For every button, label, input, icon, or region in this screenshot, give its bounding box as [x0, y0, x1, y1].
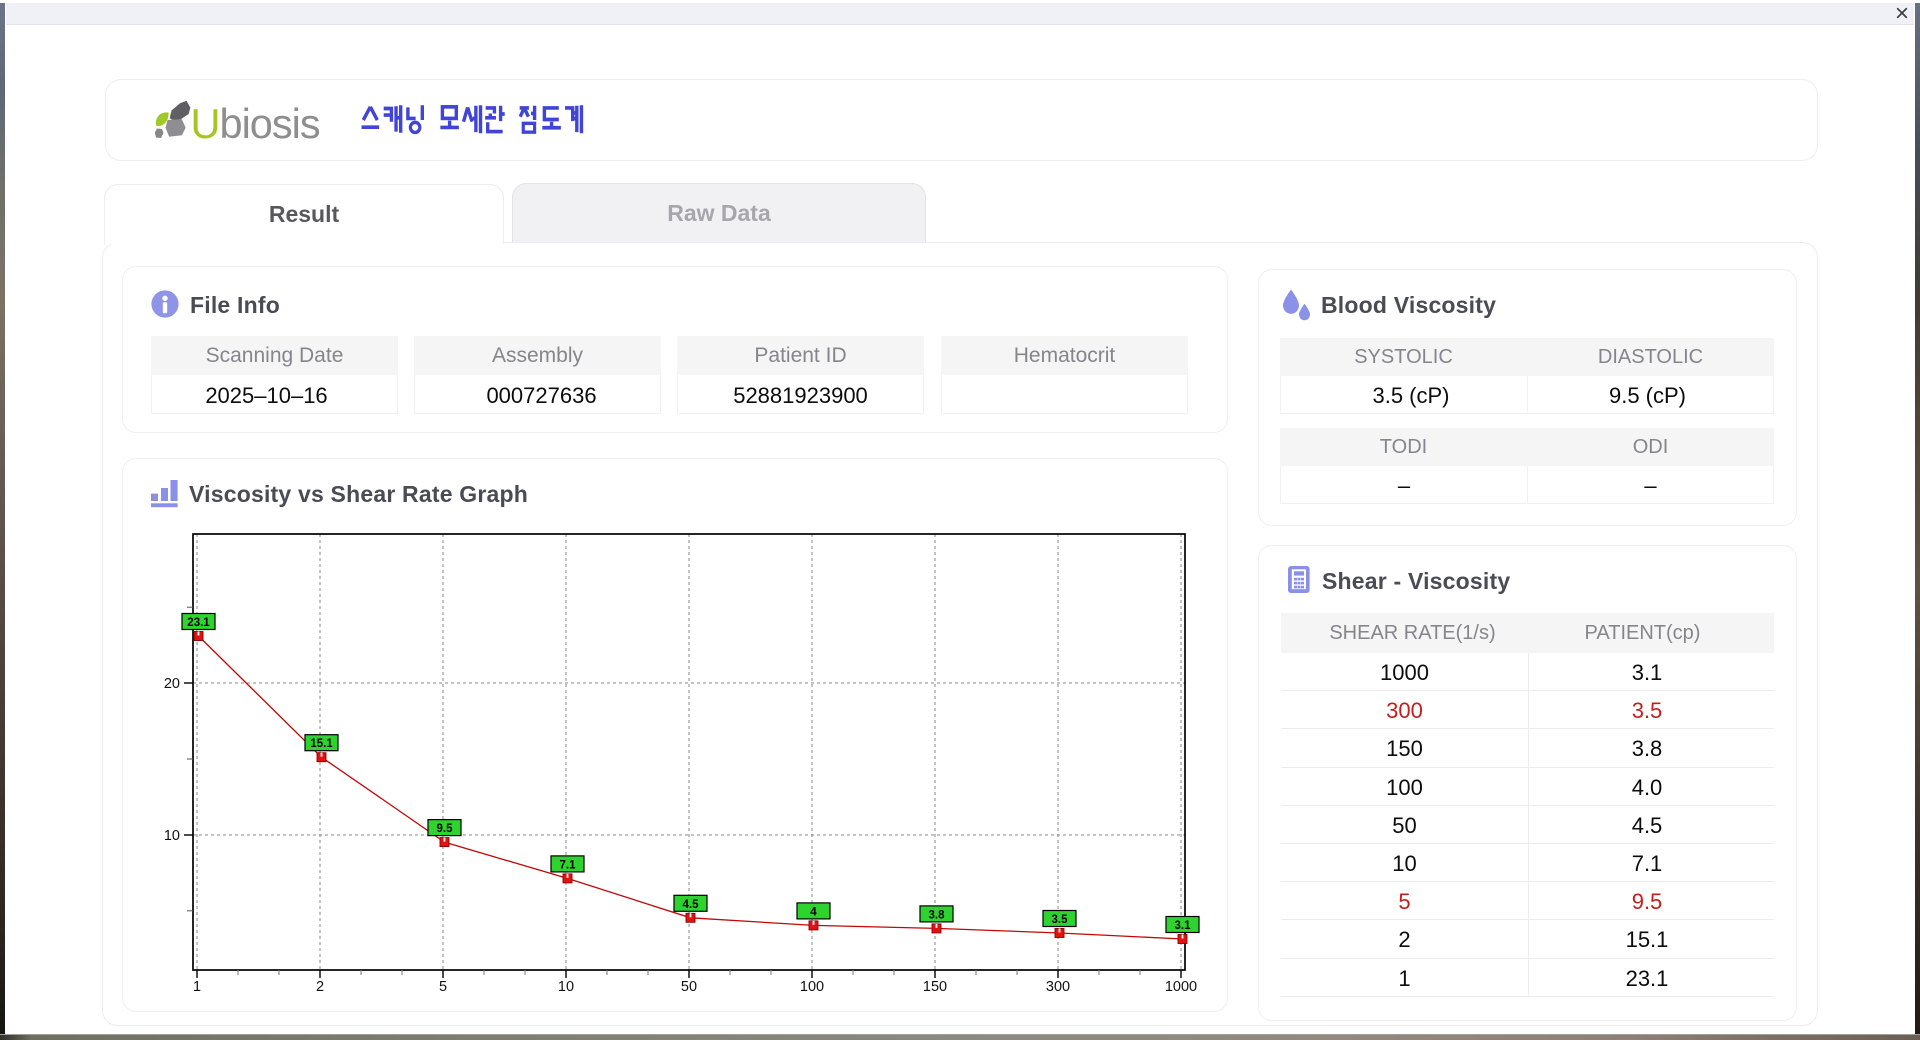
svg-text:23.1: 23.1 — [187, 617, 210, 629]
svg-text:9.5: 9.5 — [437, 823, 454, 835]
svg-text:4.5: 4.5 — [683, 899, 700, 911]
svg-text:50: 50 — [681, 979, 697, 995]
svg-text:15.1: 15.1 — [310, 738, 333, 750]
svg-text:4: 4 — [810, 906, 817, 918]
svg-text:1: 1 — [193, 979, 201, 995]
svg-text:3.8: 3.8 — [929, 909, 946, 921]
svg-text:2: 2 — [316, 979, 324, 995]
svg-text:100: 100 — [800, 979, 824, 995]
svg-text:5: 5 — [439, 979, 447, 995]
svg-text:300: 300 — [1046, 979, 1070, 995]
svg-text:150: 150 — [923, 979, 947, 995]
svg-text:10: 10 — [164, 828, 180, 844]
svg-text:Ubiosis: Ubiosis — [191, 100, 320, 147]
svg-text:3.1: 3.1 — [1175, 920, 1192, 932]
svg-text:10: 10 — [558, 979, 574, 995]
svg-text:20: 20 — [164, 676, 180, 692]
svg-text:7.1: 7.1 — [560, 859, 577, 871]
svg-text:1000: 1000 — [1165, 979, 1197, 995]
svg-text:3.5: 3.5 — [1052, 914, 1069, 926]
